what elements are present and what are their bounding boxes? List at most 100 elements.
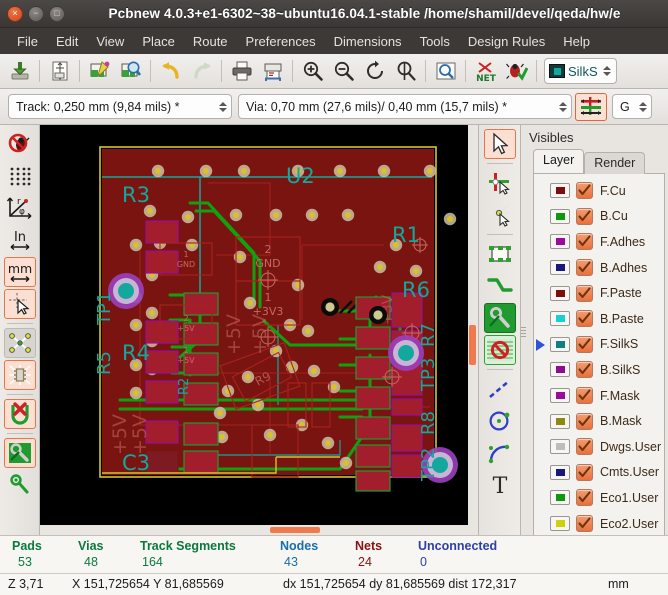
layer-visibility-checkbox[interactable]	[576, 489, 593, 507]
menu-help[interactable]: Help	[554, 31, 599, 52]
panel-resize-grip[interactable]	[521, 325, 526, 339]
menu-route[interactable]: Route	[184, 31, 237, 52]
drc-button[interactable]	[502, 57, 531, 86]
drc-off-button[interactable]	[4, 129, 36, 159]
window-minimize-button[interactable]: −	[28, 5, 44, 22]
auto-delete-track-button[interactable]	[3, 399, 36, 429]
layer-row[interactable]: Eco2.User	[534, 511, 664, 535]
layer-list[interactable]: F.Cu B.Cu F.Adhes B.Adhes F.Paste B.Paste F.Si…	[533, 173, 665, 535]
layer-row[interactable]: F.SilkS	[534, 332, 664, 358]
via-size-selector[interactable]: Via: 0,70 mm (27,6 mils)/ 0,40 mm (15,7 …	[238, 94, 572, 119]
layer-row[interactable]: B.SilkS	[534, 357, 664, 383]
scrollbar-thumb[interactable]	[469, 325, 476, 365]
layer-color-swatch[interactable]	[550, 208, 570, 224]
menu-place[interactable]: Place	[133, 31, 184, 52]
layer-visibility-checkbox[interactable]	[576, 515, 593, 533]
layer-visibility-checkbox[interactable]	[576, 361, 593, 379]
layer-color-swatch[interactable]	[550, 413, 570, 429]
plot-button[interactable]	[258, 57, 287, 86]
layer-visibility-checkbox[interactable]	[576, 412, 593, 430]
layer-color-swatch[interactable]	[550, 464, 570, 480]
tab-layer[interactable]: Layer	[533, 149, 585, 173]
show-ratsnest-button[interactable]	[3, 328, 36, 358]
layer-row[interactable]: Cmts.User	[534, 460, 664, 486]
layer-color-swatch[interactable]	[550, 388, 570, 404]
menu-tools[interactable]: Tools	[411, 31, 459, 52]
menu-design-rules[interactable]: Design Rules	[459, 31, 554, 52]
layer-color-swatch[interactable]	[550, 183, 570, 199]
save-board-button[interactable]	[5, 57, 34, 86]
layer-visibility-checkbox[interactable]	[576, 182, 593, 200]
add-circle-button[interactable]	[484, 406, 516, 436]
units-mm-button[interactable]: mm	[3, 257, 36, 287]
scrollbar-thumb[interactable]	[270, 527, 320, 533]
layer-row[interactable]: B.Adhes	[534, 255, 664, 281]
layer-color-swatch[interactable]	[550, 234, 570, 250]
layer-visibility-checkbox[interactable]	[576, 259, 593, 277]
grid-toggle-button[interactable]	[4, 161, 36, 191]
layer-visibility-checkbox[interactable]	[576, 463, 593, 481]
netlist-button[interactable]: NET	[471, 57, 500, 86]
layer-color-swatch[interactable]	[550, 285, 570, 301]
polar-coords-button[interactable]: r φ	[4, 193, 36, 223]
layer-row[interactable]: F.Adhes	[534, 229, 664, 255]
show-module-ratsnest-button[interactable]	[3, 360, 36, 390]
track-width-selector[interactable]: Track: 0,250 mm (9,84 mils) *	[8, 94, 232, 119]
canvas-horizontal-scrollbar[interactable]	[40, 525, 478, 535]
open-module-editor-button[interactable]	[116, 57, 145, 86]
layer-row[interactable]: Dwgs.User	[534, 434, 664, 460]
active-layer-selector[interactable]: SilkS	[544, 58, 617, 84]
open-schematic-button[interactable]	[85, 57, 114, 86]
zoom-in-button[interactable]	[298, 57, 327, 86]
menu-preferences[interactable]: Preferences	[237, 31, 325, 52]
menu-edit[interactable]: Edit	[47, 31, 87, 52]
cursor-shape-button[interactable]	[3, 289, 36, 319]
layer-color-swatch[interactable]	[550, 439, 570, 455]
layer-visibility-checkbox[interactable]	[576, 284, 593, 302]
layer-row[interactable]: F.Cu	[534, 178, 664, 204]
add-arc-button[interactable]	[484, 438, 516, 468]
layer-visibility-checkbox[interactable]	[576, 438, 593, 456]
auto-track-width-button[interactable]	[575, 92, 607, 121]
grid-selector[interactable]: G	[612, 94, 652, 119]
zoom-fit-button[interactable]	[391, 57, 420, 86]
highlight-net-button[interactable]	[484, 168, 516, 198]
show-zones-filled-button[interactable]	[3, 438, 36, 468]
add-zone-button[interactable]	[483, 303, 516, 333]
window-maximize-button[interactable]: □	[49, 5, 65, 22]
layer-row[interactable]: F.Mask	[534, 383, 664, 409]
add-text-button[interactable]: T	[484, 470, 516, 500]
redo-button[interactable]	[187, 57, 216, 86]
layer-visibility-checkbox[interactable]	[576, 310, 593, 328]
canvas-vertical-scrollbar[interactable]	[468, 125, 478, 535]
add-line-button[interactable]	[484, 374, 516, 404]
zoom-redraw-button[interactable]	[360, 57, 389, 86]
menu-file[interactable]: File	[8, 31, 47, 52]
layer-color-swatch[interactable]	[550, 516, 570, 532]
find-button[interactable]	[431, 57, 460, 86]
add-footprint-button[interactable]	[484, 239, 516, 269]
layer-color-swatch[interactable]	[550, 362, 570, 378]
window-close-button[interactable]: ×	[7, 5, 23, 22]
local-ratsnest-button[interactable]	[484, 200, 516, 230]
tab-render[interactable]: Render	[584, 152, 646, 174]
layer-row[interactable]: Eco1.User	[534, 485, 664, 511]
menu-view[interactable]: View	[87, 31, 133, 52]
show-zones-outline-button[interactable]	[4, 470, 36, 500]
pcb-canvas[interactable]: 2 GND 1 +3V3 1 GND 2 +5V 1 +5V R9 R3 U2 …	[40, 125, 478, 535]
select-tool-button[interactable]	[483, 129, 516, 159]
layer-color-swatch[interactable]	[550, 260, 570, 276]
layer-visibility-checkbox[interactable]	[576, 233, 593, 251]
print-button[interactable]	[227, 57, 256, 86]
via-size-spinner[interactable]	[556, 96, 569, 117]
layer-row[interactable]: B.Mask	[534, 408, 664, 434]
track-width-spinner[interactable]	[216, 96, 229, 117]
layer-color-swatch[interactable]	[550, 336, 570, 352]
units-inches-button[interactable]: In	[4, 225, 36, 255]
layer-color-swatch[interactable]	[550, 490, 570, 506]
menu-dimensions[interactable]: Dimensions	[325, 31, 411, 52]
layer-visibility-checkbox[interactable]	[576, 387, 593, 405]
layer-row[interactable]: B.Cu	[534, 204, 664, 230]
zoom-out-button[interactable]	[329, 57, 358, 86]
undo-button[interactable]	[156, 57, 185, 86]
